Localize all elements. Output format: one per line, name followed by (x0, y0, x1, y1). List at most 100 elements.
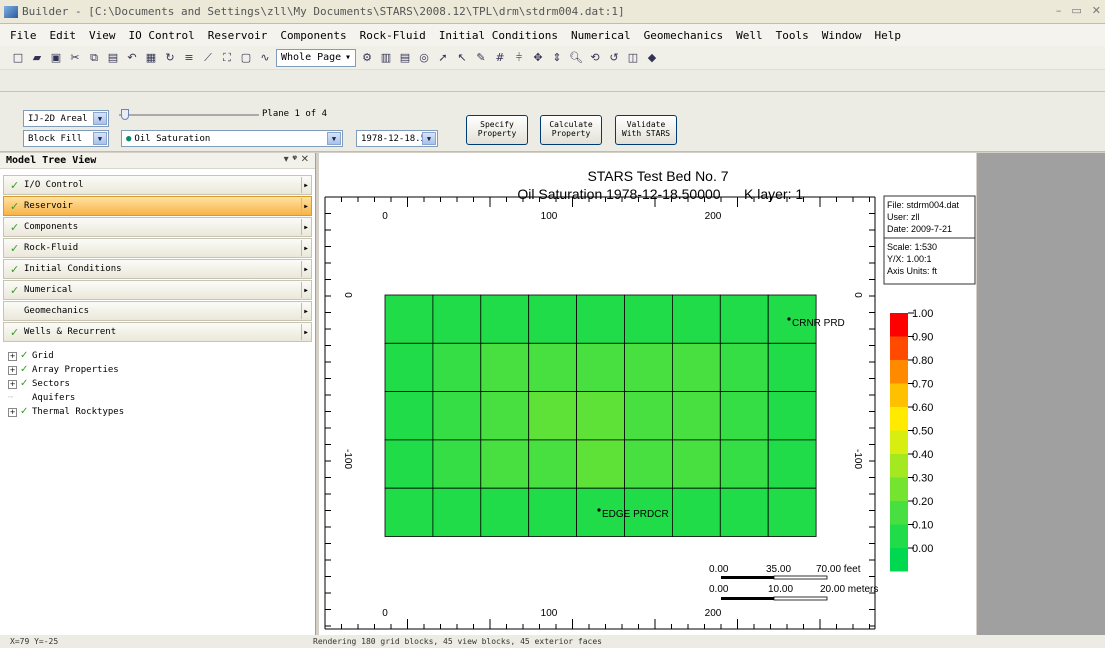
select-arrow-icon[interactable]: ➚ (435, 50, 451, 66)
reset-view-icon[interactable]: ↺ (606, 50, 622, 66)
grid-block[interactable] (528, 439, 577, 489)
plot-area[interactable]: STARS Test Bed No. 7 Oil Saturation 1978… (319, 153, 976, 635)
well-icon[interactable]: ⫩ (511, 50, 527, 66)
grid-block[interactable] (432, 487, 482, 537)
menu-geomechanics[interactable]: Geomechanics (644, 29, 723, 42)
undo-icon[interactable]: ↶ (124, 50, 140, 66)
grid-block[interactable] (719, 294, 769, 344)
grid-block[interactable] (432, 439, 482, 489)
menu-numerical[interactable]: Numerical (571, 29, 631, 42)
menu-io-control[interactable]: IO Control (129, 29, 195, 42)
grid-block[interactable] (671, 294, 721, 344)
expand-arrow-icon[interactable]: ▶ (301, 261, 310, 277)
grid-block[interactable] (480, 487, 530, 537)
menu-well[interactable]: Well (736, 29, 763, 42)
grid-block[interactable] (480, 294, 530, 344)
menu-edit[interactable]: Edit (50, 29, 77, 42)
ruler-icon[interactable]: ⟋ (200, 50, 216, 66)
grid-block[interactable] (528, 342, 577, 393)
grid-block[interactable] (767, 439, 817, 489)
pin-icon[interactable]: ᵠ (292, 154, 297, 165)
print-icon[interactable]: ▦ (143, 50, 159, 66)
calculate-property-button[interactable]: Calculate Property (540, 115, 602, 145)
specify-property-button[interactable]: Specify Property (466, 115, 528, 145)
grid-block[interactable] (624, 294, 673, 344)
expand-arrow-icon[interactable]: ▶ (301, 177, 310, 193)
grid-block[interactable] (528, 487, 577, 537)
menu-rock-fluid[interactable]: Rock-Fluid (360, 29, 426, 42)
grid-block[interactable] (576, 342, 625, 393)
grid-block[interactable] (480, 391, 530, 441)
page-zoom-select[interactable]: Whole Page ▾ (276, 48, 356, 67)
grid-block[interactable] (719, 391, 769, 441)
grid-block[interactable] (384, 487, 434, 537)
grid-block[interactable] (384, 294, 434, 344)
layers-icon[interactable]: ≡ (181, 50, 197, 66)
expand-arrow-icon[interactable]: ▶ (301, 219, 310, 235)
grid-block[interactable] (671, 391, 721, 441)
grid-block[interactable] (432, 342, 482, 393)
close-icon[interactable]: ✕ (1092, 4, 1101, 17)
grid-block[interactable] (671, 342, 721, 393)
expand-arrow-icon[interactable]: ▶ (301, 282, 310, 298)
menu-tools[interactable]: Tools (776, 29, 809, 42)
grid-block[interactable] (719, 439, 769, 489)
tree-item-thermal-rocktypes[interactable]: + ✓ Thermal Rocktypes (8, 405, 315, 419)
view-mode-select[interactable]: IJ-2D Areal ▼ (23, 110, 109, 127)
nav-button-initial-conditions[interactable]: ✓ Initial Conditions ▶ (3, 259, 312, 279)
fill-icon[interactable]: ◆ (644, 50, 660, 66)
grid-block[interactable] (719, 342, 769, 393)
grid-block[interactable] (480, 342, 530, 393)
grid-block[interactable] (624, 391, 673, 441)
grid-block[interactable] (767, 342, 817, 393)
pointer-icon[interactable]: ↖ (454, 50, 470, 66)
menu-help[interactable]: Help (875, 29, 902, 42)
menu-reservoir[interactable]: Reservoir (208, 29, 268, 42)
grid-block[interactable] (719, 487, 769, 537)
nav-button-rock-fluid[interactable]: ✓ Rock-Fluid ▶ (3, 238, 312, 258)
menu-initial-conditions[interactable]: Initial Conditions (439, 29, 558, 42)
expand-icon[interactable]: + (8, 379, 17, 389)
menu-file[interactable]: File (10, 29, 37, 42)
grid-block[interactable] (384, 342, 434, 393)
nav-button-i-o-control[interactable]: ✓ I/O Control ▶ (3, 175, 312, 195)
properties-icon[interactable]: ⚙ (359, 50, 375, 66)
expand-icon[interactable]: + (8, 351, 17, 361)
target-icon[interactable]: ◎ (416, 50, 432, 66)
chart-icon[interactable]: ▤ (397, 50, 413, 66)
dropdown-icon[interactable]: ▾ (284, 154, 289, 165)
expand-icon[interactable]: + (8, 407, 17, 417)
grid-block[interactable] (480, 439, 530, 489)
zoom-icon[interactable]: 🔍︎ (568, 50, 584, 66)
plane-slider-track[interactable] (119, 114, 259, 116)
tree-item-aquifers[interactable]: ┈ Aquifers (8, 391, 315, 405)
curve-icon[interactable]: ∿ (257, 50, 273, 66)
tree-item-grid[interactable]: + ✓ Grid (8, 349, 315, 363)
date-select[interactable]: 1978-12-18.5(▼ (356, 130, 438, 147)
open-folder-icon[interactable]: ▰ (29, 50, 45, 66)
grid-block[interactable] (432, 294, 482, 344)
fill-mode-select[interactable]: Block Fill ▼ (23, 130, 109, 147)
paste-icon[interactable]: ▤ (105, 50, 121, 66)
box-icon[interactable]: ◫ (625, 50, 641, 66)
nav-button-reservoir[interactable]: ✓ Reservoir ▶ (3, 196, 312, 216)
nav-button-wells-recurrent[interactable]: ✓ Wells & Recurrent ▶ (3, 322, 312, 342)
menu-window[interactable]: Window (822, 29, 862, 42)
menu-view[interactable]: View (89, 29, 116, 42)
grid-block[interactable] (671, 487, 721, 537)
validate-with-stars-button[interactable]: Validate With STARS (615, 115, 677, 145)
edit-icon[interactable]: ✎ (473, 50, 489, 66)
rotate-icon[interactable]: ⟲ (587, 50, 603, 66)
nav-button-geomechanics[interactable]: Geomechanics ▶ (3, 301, 312, 321)
pan-icon[interactable]: ✥ (530, 50, 546, 66)
plane-slider-thumb[interactable] (121, 109, 129, 120)
new-file-icon[interactable]: □ (10, 50, 26, 66)
grid-block[interactable] (384, 391, 434, 441)
well-marker[interactable] (597, 508, 601, 512)
grid-block[interactable] (576, 294, 625, 344)
grid-block[interactable] (576, 439, 625, 489)
grid-block[interactable] (576, 391, 625, 441)
zoom-fit-icon[interactable]: ⛶ (219, 50, 235, 66)
expand-arrow-icon[interactable]: ▶ (301, 240, 310, 256)
expand-arrow-icon[interactable]: ▶ (301, 303, 310, 319)
